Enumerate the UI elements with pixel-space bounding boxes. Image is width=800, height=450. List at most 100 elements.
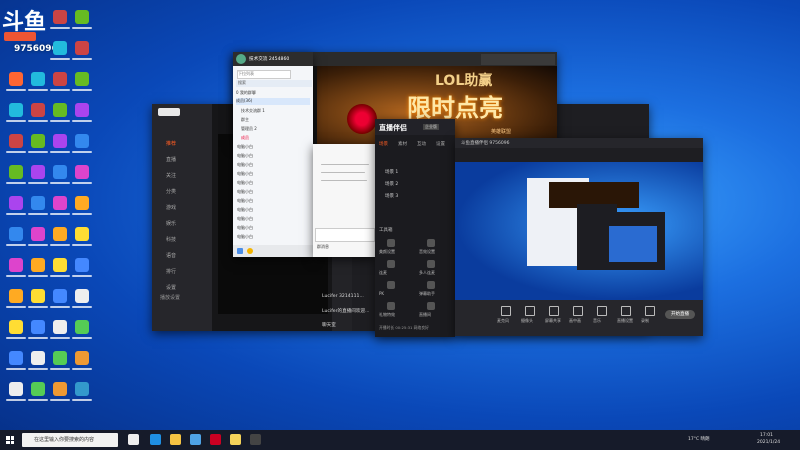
desktop-shortcut-icon[interactable] xyxy=(53,103,67,117)
desktop-shortcut-icon[interactable] xyxy=(31,196,45,210)
control-icon[interactable] xyxy=(525,306,535,316)
clock-date[interactable]: 2021/1/24 xyxy=(757,440,780,447)
cast-app-icon[interactable] xyxy=(250,434,261,445)
desktop-shortcut-icon[interactable] xyxy=(9,165,23,179)
control-icon[interactable] xyxy=(645,306,655,316)
panel-tab[interactable]: 设置 xyxy=(436,141,445,147)
desktop-shortcut-icon[interactable] xyxy=(9,289,23,303)
chat-item[interactable]: Lucifer的直播间欢迎... xyxy=(322,308,369,314)
tool-icon[interactable] xyxy=(387,260,395,268)
clock-time[interactable]: 17:01 xyxy=(760,433,773,440)
desktop-shortcut-icon[interactable] xyxy=(75,196,89,210)
desktop-shortcut-icon[interactable] xyxy=(9,196,23,210)
tool-icon[interactable] xyxy=(387,281,395,289)
desktop-shortcut-icon[interactable] xyxy=(31,103,45,117)
desktop-shortcut-icon[interactable] xyxy=(31,134,45,148)
member-item[interactable]: 电脑小白 xyxy=(237,171,253,177)
member-item[interactable]: 群主 xyxy=(241,117,249,123)
sidebar-item[interactable]: 推荐 xyxy=(166,140,176,147)
tool-icon[interactable] xyxy=(427,302,435,310)
desktop-shortcut-icon[interactable] xyxy=(75,165,89,179)
windows-start-icon[interactable] xyxy=(6,436,14,444)
desktop-shortcut-icon[interactable] xyxy=(53,196,67,210)
weather-text[interactable]: 17°C 晴朗 xyxy=(688,430,710,450)
desktop-shortcut-icon[interactable] xyxy=(31,351,45,365)
desktop-shortcut-icon[interactable] xyxy=(9,382,23,396)
desktop-shortcut-icon[interactable] xyxy=(75,41,89,55)
desktop-shortcut-icon[interactable] xyxy=(31,382,45,396)
tool-icon[interactable] xyxy=(387,302,395,310)
desktop-shortcut-icon[interactable] xyxy=(75,227,89,241)
desktop-shortcut-icon[interactable] xyxy=(31,165,45,179)
desktop-shortcut-icon[interactable] xyxy=(53,41,67,55)
member-item[interactable]: 电脑小白 xyxy=(237,180,253,186)
desktop-shortcut-icon[interactable] xyxy=(53,227,67,241)
file-explorer-icon[interactable] xyxy=(170,434,181,445)
member-item[interactable]: 电脑小白 xyxy=(237,162,253,168)
scene-item[interactable]: 场景 3 xyxy=(385,193,398,199)
desktop-shortcut-icon[interactable] xyxy=(31,72,45,86)
sidebar-item[interactable]: 分类 xyxy=(166,188,176,195)
member-item[interactable]: 电脑小白 xyxy=(237,189,253,195)
sidebar-item[interactable]: 设置 xyxy=(166,284,176,291)
desktop-shortcut-icon[interactable] xyxy=(53,10,67,24)
tool-icon[interactable] xyxy=(427,260,435,268)
control-icon[interactable] xyxy=(621,306,631,316)
screen-preview[interactable] xyxy=(455,162,703,300)
chat-input[interactable] xyxy=(315,228,375,242)
sidebar-item[interactable]: 科技 xyxy=(166,236,176,243)
desktop-shortcut-icon[interactable] xyxy=(9,72,23,86)
member-item[interactable]: 电脑小白 xyxy=(237,225,253,231)
menu-icon[interactable] xyxy=(237,248,243,254)
tool-icon[interactable] xyxy=(427,239,435,247)
member-item[interactable]: 成员 xyxy=(241,135,249,141)
member-item[interactable]: 技术交流群 1 xyxy=(241,108,265,114)
panel-tab[interactable]: 互动 xyxy=(417,141,426,147)
desktop-shortcut-icon[interactable] xyxy=(53,289,67,303)
sidebar-item[interactable]: 语音 xyxy=(166,252,176,259)
desktop-shortcut-icon[interactable] xyxy=(9,227,23,241)
tool-icon[interactable] xyxy=(427,281,435,289)
sidebar-item[interactable]: 游戏 xyxy=(166,204,176,211)
desktop-shortcut-icon[interactable] xyxy=(9,258,23,272)
member-item[interactable]: 电脑小白 xyxy=(237,207,253,213)
chat-item[interactable]: 聊天室 xyxy=(322,322,336,328)
desktop-shortcut-icon[interactable] xyxy=(9,134,23,148)
desktop-shortcut-icon[interactable] xyxy=(75,351,89,365)
member-item[interactable]: 管理员 2 xyxy=(241,126,257,132)
desktop-shortcut-icon[interactable] xyxy=(75,382,89,396)
desktop-shortcut-icon[interactable] xyxy=(9,103,23,117)
desktop-shortcut-icon[interactable] xyxy=(31,320,45,334)
sidebar-item[interactable]: 直播 xyxy=(166,156,176,163)
control-icon[interactable] xyxy=(501,306,511,316)
panel-tab[interactable]: 素材 xyxy=(398,141,407,147)
douyu-app-icon[interactable] xyxy=(210,434,221,445)
start-live-button[interactable]: 开始直播 xyxy=(665,310,695,319)
desktop-shortcut-icon[interactable] xyxy=(75,134,89,148)
desktop-shortcut-icon[interactable] xyxy=(53,134,67,148)
member-item[interactable]: 电脑小白 xyxy=(237,198,253,204)
edge-icon[interactable] xyxy=(150,434,161,445)
avatar[interactable] xyxy=(236,54,246,64)
panel-tab[interactable]: 场景 xyxy=(379,141,388,147)
member-item[interactable]: 电脑小白 xyxy=(237,153,253,159)
desktop-shortcut-icon[interactable] xyxy=(75,103,89,117)
control-icon[interactable] xyxy=(549,306,559,316)
sidebar-item[interactable]: 排行 xyxy=(166,268,176,275)
member-item[interactable]: 电脑小白 xyxy=(237,216,253,222)
desktop-shortcut-icon[interactable] xyxy=(53,351,67,365)
desktop-shortcut-icon[interactable] xyxy=(53,258,67,272)
desktop-shortcut-icon[interactable] xyxy=(9,320,23,334)
app-icon[interactable] xyxy=(190,434,201,445)
control-icon[interactable] xyxy=(597,306,607,316)
control-icon[interactable] xyxy=(573,306,583,316)
desktop-shortcut-icon[interactable] xyxy=(75,320,89,334)
taskbar-search-input[interactable]: 在这里输入你要搜索的内容 xyxy=(22,433,118,447)
member-item[interactable]: 电脑小白 xyxy=(237,144,253,150)
chat-item[interactable]: Lucifer 3214111... xyxy=(322,294,364,299)
desktop-shortcut-icon[interactable] xyxy=(31,258,45,272)
desktop-shortcut-icon[interactable] xyxy=(53,165,67,179)
sidebar-item[interactable]: 关注 xyxy=(166,172,176,179)
desktop-shortcut-icon[interactable] xyxy=(53,320,67,334)
settings-icon[interactable] xyxy=(247,248,253,254)
